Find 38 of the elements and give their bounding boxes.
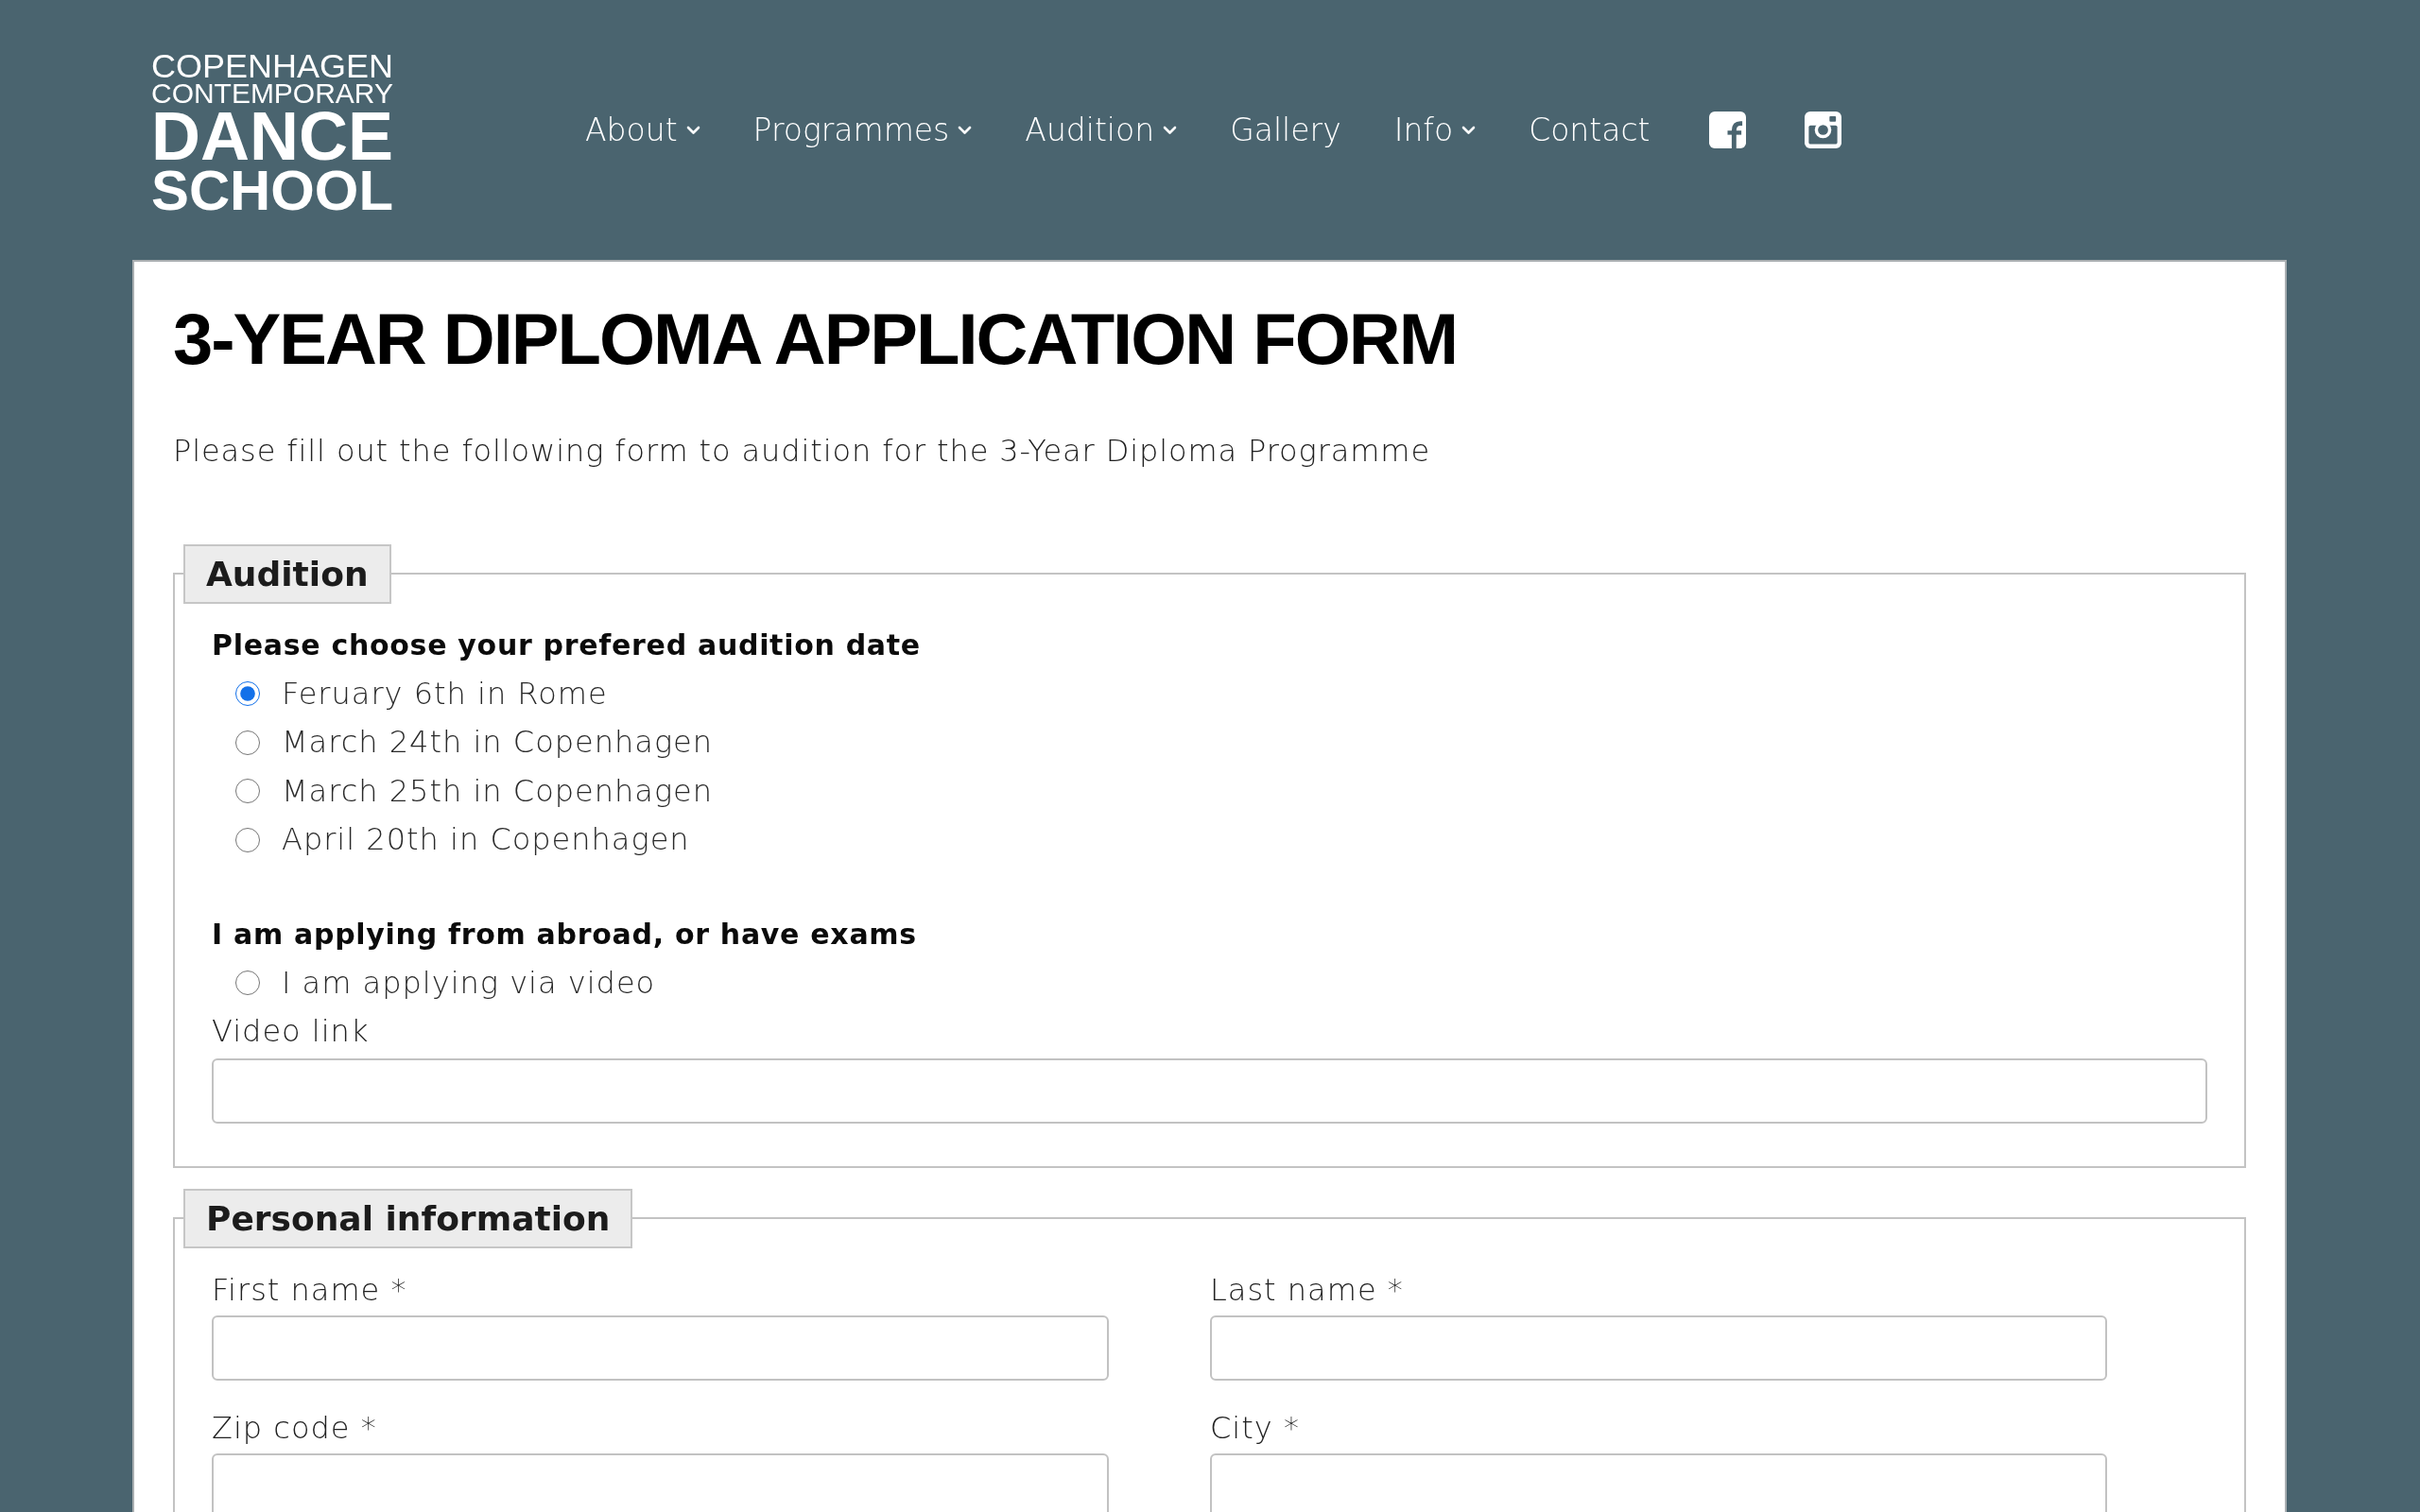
logo-text: SCHOOL	[151, 166, 393, 215]
radio-button[interactable]	[235, 779, 260, 804]
radio-button[interactable]	[235, 681, 260, 707]
option-label[interactable]: April 20th in Copenhagen	[282, 816, 690, 865]
field-label: First name *	[212, 1270, 408, 1310]
text-input[interactable]	[1210, 1314, 2107, 1381]
facebook-icon[interactable]	[1708, 112, 1746, 148]
nav-link[interactable]: Gallery	[1230, 106, 1341, 154]
section-legend: Audition	[183, 543, 391, 604]
question-label: I am applying from abroad, or have exams	[212, 916, 918, 953]
field-label: Zip code *	[212, 1408, 378, 1448]
radio-button[interactable]	[235, 971, 260, 996]
text-input[interactable]	[1210, 1452, 2107, 1512]
intro-text: Please fill out the following form to audition for the 3-Year Diploma Programme	[173, 432, 1431, 471]
question-label: Please choose your prefered audition date	[212, 627, 922, 663]
option-label[interactable]: March 24th in Copenhagen	[282, 718, 714, 767]
section-legend: Personal information	[183, 1188, 633, 1248]
nav-link[interactable]: Info	[1393, 106, 1477, 154]
nav-link[interactable]: About	[585, 106, 700, 154]
option-label[interactable]: March 25th in Copenhagen	[282, 766, 714, 816]
logo-text: COPENHAGEN	[151, 52, 393, 82]
field-label: Video link	[212, 1012, 371, 1051]
text-input[interactable]	[212, 1057, 2207, 1124]
field-label: City *	[1210, 1408, 1301, 1448]
logo-text: DANCE	[151, 107, 393, 165]
option-label[interactable]: Feruary 6th in Rome	[282, 669, 608, 718]
page-title: 3-YEAR DIPLOMA APPLICATION FORM	[173, 298, 1459, 375]
nav-link[interactable]: Programmes	[752, 106, 973, 154]
instagram-icon[interactable]	[1804, 112, 1841, 148]
logo-text: CONTEMPORARY	[151, 81, 393, 106]
radio-button[interactable]	[235, 730, 260, 755]
field-label: Last name *	[1210, 1270, 1405, 1310]
text-input[interactable]	[212, 1452, 1109, 1512]
radio-button[interactable]	[235, 827, 260, 852]
nav-link[interactable]: Contact	[1529, 106, 1651, 154]
text-input[interactable]	[212, 1314, 1109, 1381]
option-label[interactable]: I am applying via video	[282, 958, 656, 1007]
nav-link[interactable]: Audition	[1025, 106, 1178, 154]
